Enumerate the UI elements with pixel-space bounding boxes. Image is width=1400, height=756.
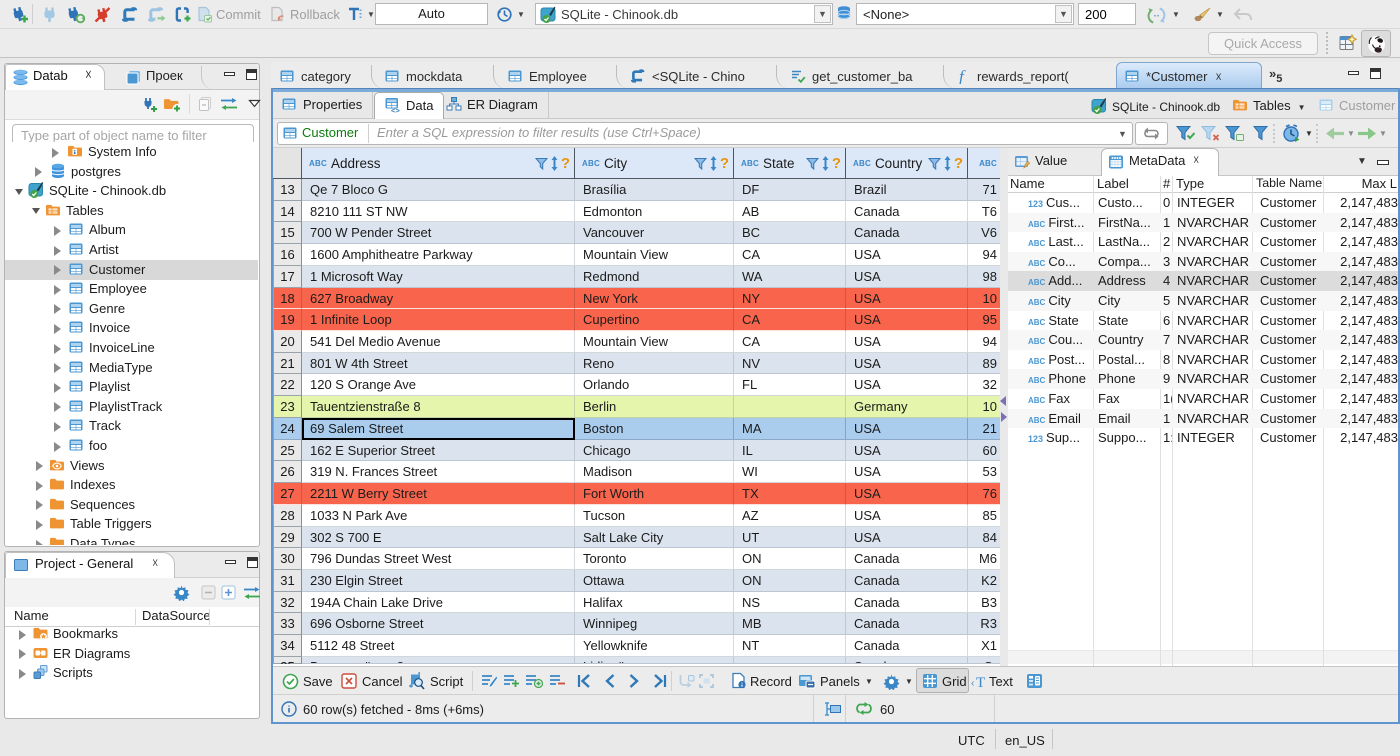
svg-text:‹: ‹ <box>971 678 974 688</box>
svg-text:f: f <box>959 68 966 84</box>
svg-text:T: T <box>976 675 985 688</box>
svg-text:<>: <> <box>391 106 400 113</box>
